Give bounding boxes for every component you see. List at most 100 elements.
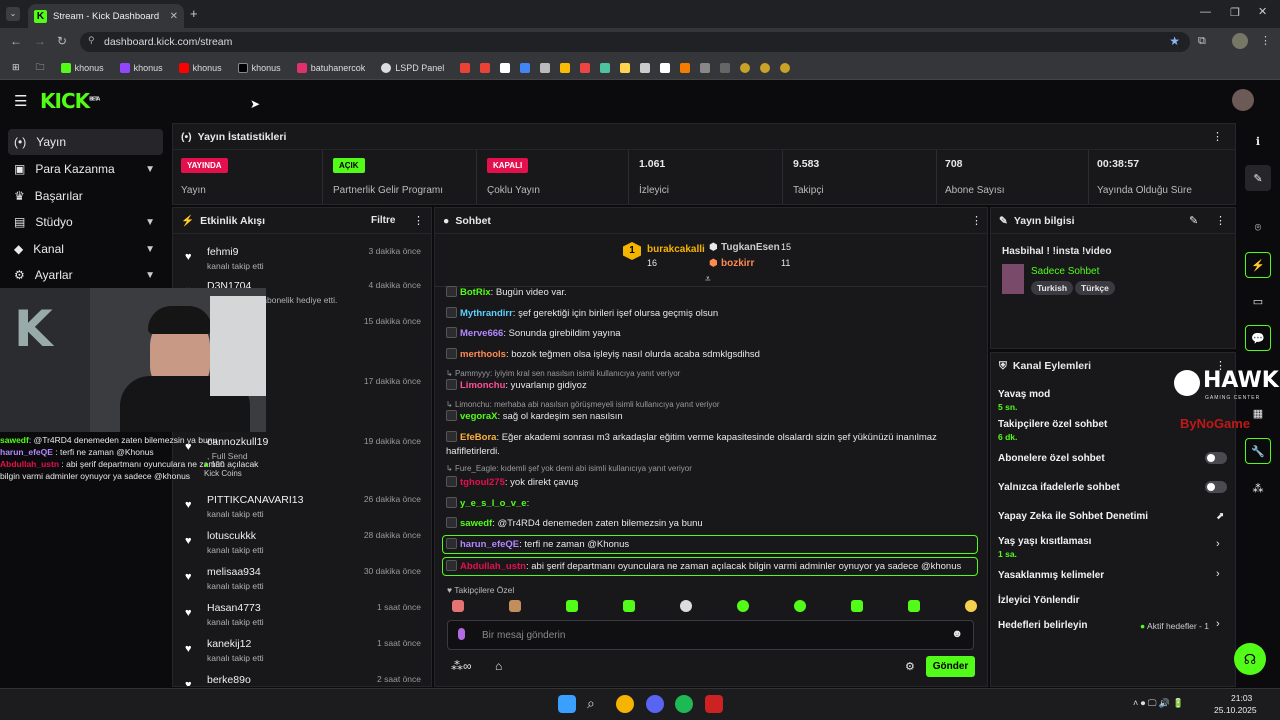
windows-start-icon[interactable] (558, 695, 576, 713)
bookmark-instagram[interactable]: batuhanercok (291, 62, 372, 73)
back-icon[interactable]: ← (10, 34, 22, 48)
bookmark-khonus-kick[interactable]: khonus (55, 62, 110, 73)
info-icon[interactable]: ℹ (1245, 128, 1271, 154)
event-user[interactable]: PITTIKCANAVARI13 (207, 494, 303, 506)
emote-icon[interactable] (680, 600, 692, 612)
collapse-chevron-icon[interactable]: ⩡ (705, 274, 711, 285)
microphone-icon[interactable] (458, 628, 465, 640)
profile-avatar[interactable] (1232, 33, 1248, 49)
sidebar-item-yayin[interactable]: (•) Yayın (8, 129, 163, 155)
close-tab-icon[interactable]: ✕ (170, 11, 178, 22)
activity-event[interactable]: ♥ Hasan4773 kanalı takip etti 1 saat önce (185, 602, 421, 638)
restore-button[interactable]: ❐ (1230, 6, 1240, 19)
more-options-icon[interactable]: ⋮ (971, 214, 982, 227)
activity-event[interactable]: ♥ melisaa934 kanalı takip etti 30 dakika ön… (185, 566, 421, 602)
emote-icon[interactable] (509, 600, 521, 612)
event-user[interactable]: berke89o (207, 674, 251, 686)
reload-icon[interactable]: ↻ (57, 34, 67, 48)
event-user[interactable]: melisaa934 (207, 566, 261, 578)
send-button[interactable]: Gönder (926, 656, 975, 677)
more-options-icon[interactable]: ⋮ (413, 214, 424, 227)
banned-words-setting[interactable]: Yasaklanmış kelimeler (998, 570, 1104, 581)
category-thumbnail[interactable] (1002, 264, 1024, 294)
tray-icons[interactable]: ˄ ⏺ 🖵 🔊 🔋 (1133, 698, 1184, 709)
ai-moderation-setting[interactable]: Yapay Zeka ile Sohbet Denetimi (998, 511, 1148, 522)
forward-icon[interactable]: → (34, 34, 46, 48)
followers-only-setting[interactable]: Takipçilere özel sohbet 6 dk. (998, 419, 1107, 442)
address-bar[interactable]: ⚲ dashboard.kick.com/stream ★ (80, 32, 1190, 52)
chat-message[interactable]: Merve666: Sonunda girebildim yayına (446, 327, 981, 341)
tag-chip[interactable]: Türkçe (1075, 281, 1115, 295)
lightning-icon[interactable]: ⚡ (1245, 252, 1271, 278)
extensions-icon[interactable]: ⧉ (1198, 35, 1206, 48)
more-options-icon[interactable]: ⋮ (1212, 130, 1223, 143)
chat-message[interactable]: tghoul275: yok direkt çavuş (446, 476, 981, 490)
external-link-icon[interactable]: ⬈ (1216, 511, 1224, 522)
sidebar-item-para-kazanma[interactable]: ▣ Para Kazanma ▼ (8, 156, 163, 182)
subscribers-only-toggle[interactable] (1205, 452, 1227, 464)
account-age-setting[interactable]: Yaş yaşı kısıtlaması 1 sa. (998, 536, 1091, 559)
category-link[interactable]: Sadece Sohbet (1031, 266, 1099, 277)
leader-1-name[interactable]: burakcakalli (647, 244, 705, 255)
document-icon[interactable]: ▭ (1245, 288, 1271, 314)
chevron-right-icon[interactable]: › (1216, 568, 1220, 580)
chat-username[interactable]: vegoraX (460, 411, 498, 422)
edit-pencil-icon[interactable]: ✎ (1189, 214, 1198, 227)
edit-icon[interactable]: ✎ (1245, 165, 1271, 191)
apps-icon[interactable]: ⊞ (6, 62, 26, 73)
sidebar-item-kanal[interactable]: ◆ Kanal ▼ (8, 236, 163, 262)
chat-username[interactable]: BotRix (460, 287, 491, 298)
menu-icon[interactable]: ⋮ (1260, 34, 1271, 47)
emote-icon[interactable] (623, 600, 635, 612)
emote-icon[interactable] (851, 600, 863, 612)
bookmark-khonus-youtube[interactable]: khonus (173, 62, 228, 73)
kick-coins-icon[interactable]: ⁂∞ (451, 659, 472, 673)
site-info-icon[interactable]: ⚲ (88, 35, 95, 46)
chat-message[interactable]: BotRix: Bugün video var. (446, 286, 981, 300)
store-icon[interactable]: ⌂ (495, 659, 502, 673)
sidebar-item-studyo[interactable]: ▤ Stüdyo ▼ (8, 209, 163, 235)
chrome-icon[interactable] (616, 695, 634, 713)
chevron-right-icon[interactable]: › (1216, 538, 1220, 550)
tab-list-icon[interactable]: ⌄ (6, 7, 20, 21)
app-icon[interactable] (705, 695, 723, 713)
discord-icon[interactable] (646, 695, 664, 713)
bookmark-khonus-x[interactable]: khonus (232, 62, 287, 73)
chat-message[interactable]: y_e_s_l_o_v_e: (446, 497, 981, 511)
leader-2-name[interactable]: TugkanEsen (721, 242, 780, 253)
chat-message[interactable]: Mythrandirr: şef gerektiği için birileri… (446, 307, 981, 321)
chat-username[interactable]: Limonchu (460, 380, 505, 391)
emoji-picker-icon[interactable]: ☻ (951, 628, 963, 640)
activity-event[interactable]: ♥ fehmi9 kanalı takip etti 3 dakika önce (185, 246, 421, 282)
activity-event[interactable]: ♥ lotuscukkk kanalı takip etti 28 dakika ön… (185, 530, 421, 566)
chat-username[interactable]: sawedf (460, 518, 492, 529)
goals-setting[interactable]: Hedefleri belirleyin (998, 620, 1087, 631)
coins-icon[interactable]: ⁂ (1245, 475, 1271, 501)
chat-icon[interactable]: 💬 (1245, 325, 1271, 351)
emote-icon[interactable] (737, 600, 749, 612)
close-window-button[interactable]: ✕ (1258, 5, 1267, 18)
spotify-icon[interactable] (675, 695, 693, 713)
activity-event[interactable]: ♥ PITTIKCANAVARI13 kanalı takip etti 26 dak… (185, 494, 421, 530)
filter-button[interactable]: Filtre (371, 215, 395, 226)
chat-input[interactable]: Bir mesaj gönderin ☻ (447, 620, 974, 650)
emote-icon[interactable] (965, 600, 977, 612)
wrench-icon[interactable]: 🔧 (1245, 438, 1271, 464)
camera-icon[interactable]: ⌾ (1245, 215, 1271, 241)
folder-icon[interactable]: 🗀 (30, 60, 51, 76)
more-options-icon[interactable]: ⋮ (1215, 214, 1226, 227)
hamburger-menu-icon[interactable]: ☰ (14, 92, 27, 110)
chat-username[interactable]: Mythrandirr (460, 308, 513, 319)
search-icon[interactable]: ⌕ (587, 695, 605, 713)
event-user[interactable]: lotuscukkk (207, 530, 256, 542)
sidebar-item-basarilar[interactable]: ♛ Başarılar (8, 183, 163, 209)
raid-viewers-setting[interactable]: İzleyici Yönlendir (998, 595, 1080, 606)
tag-chip[interactable]: Turkish (1031, 281, 1074, 295)
chat-message[interactable]: sawedf: @Tr4RD4 denemeden zaten bilemezs… (446, 517, 981, 531)
bookmark-lspd[interactable]: LSPD Panel (375, 62, 450, 73)
event-user[interactable]: kanekij12 (207, 638, 251, 650)
chat-username[interactable]: Merve666 (460, 328, 503, 339)
kick-logo[interactable]: KICKBETA (40, 89, 100, 113)
chat-username[interactable]: y_e_s_l_o_v_e (460, 498, 527, 509)
chat-username[interactable]: EfeBora (460, 432, 496, 443)
